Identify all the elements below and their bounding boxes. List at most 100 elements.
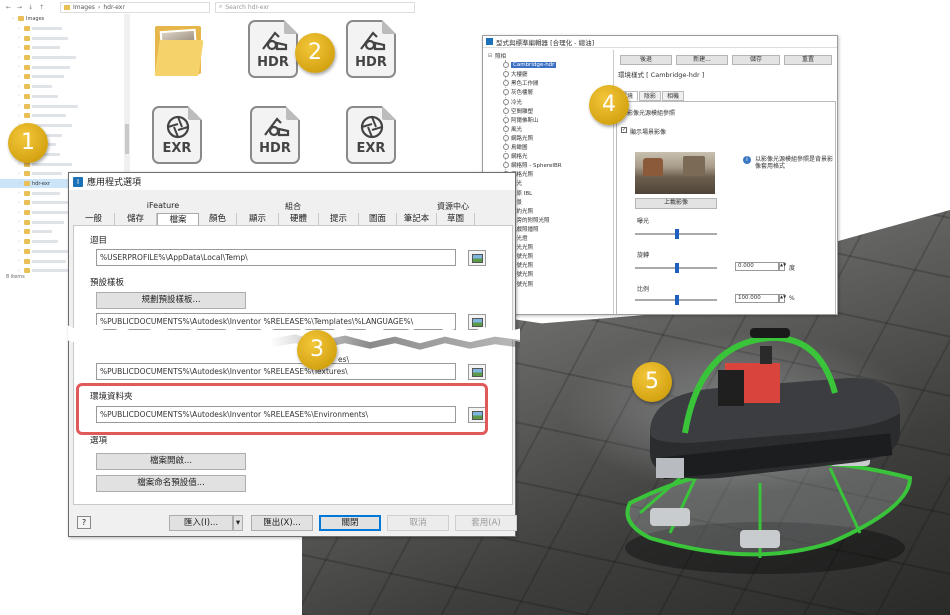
style-tree-item[interactable]: 空間雕塑 xyxy=(503,107,533,115)
tab-general[interactable]: 一般 xyxy=(73,213,115,225)
expand-chevron-icon[interactable]: › xyxy=(16,55,22,61)
cancel-button[interactable]: 取消 xyxy=(387,515,449,531)
import-dropdown-icon[interactable]: ▾ xyxy=(233,515,243,531)
style-tree-item[interactable]: 黑色工作間 xyxy=(503,79,539,87)
tab-display[interactable]: 顯示 xyxy=(237,213,279,225)
expand-chevron-icon[interactable]: › xyxy=(16,103,22,109)
expand-chevron-icon[interactable]: › xyxy=(16,219,22,225)
expand-chevron-icon[interactable]: › xyxy=(16,210,22,216)
new-style-button[interactable]: 新建... xyxy=(676,55,728,65)
exr-file-tile[interactable]: EXR xyxy=(148,106,204,168)
hdr-file-tile[interactable]: HDR xyxy=(246,106,302,168)
file-naming-defaults-button[interactable]: 檔案命名預設值... xyxy=(96,475,246,492)
exposure-slider[interactable] xyxy=(635,229,717,239)
style-tree-item[interactable]: 網路光照 xyxy=(503,134,533,142)
expand-chevron-icon[interactable]: › xyxy=(16,229,22,235)
close-button[interactable]: 關閉 xyxy=(319,515,381,531)
recent-dropdown-icon[interactable]: ↓ xyxy=(28,4,33,11)
forward-arrow-icon[interactable]: → xyxy=(17,4,22,11)
textures-path-field[interactable]: %PUBLICDOCUMENTS%\Autodesk\Inventor %REL… xyxy=(96,363,456,380)
rotation-input[interactable]: 0.000 xyxy=(735,262,779,271)
tree-item[interactable]: › xyxy=(0,72,127,82)
expand-chevron-icon[interactable]: › xyxy=(16,45,22,51)
tab-colors[interactable]: 顏色 xyxy=(199,213,237,225)
upload-image-button[interactable]: 上載影像 xyxy=(635,198,717,209)
style-tree-item[interactable]: 網格光 xyxy=(503,152,528,160)
expand-chevron-icon[interactable]: › xyxy=(16,93,22,99)
scale-spinner[interactable]: ▲▼ xyxy=(779,294,786,303)
exr-file-tile[interactable]: EXR xyxy=(342,106,398,168)
tab-drawing[interactable]: 圖面 xyxy=(359,213,397,225)
expand-chevron-icon[interactable]: › xyxy=(16,268,22,274)
hdr-file-tile[interactable]: HDR xyxy=(244,20,300,82)
expand-chevron-icon[interactable]: › xyxy=(16,239,22,245)
scrollbar-thumb[interactable] xyxy=(125,124,129,154)
tree-item[interactable]: › xyxy=(0,111,127,121)
scale-slider[interactable] xyxy=(635,295,717,305)
expand-chevron-icon[interactable]: › xyxy=(16,64,22,70)
style-tree-item[interactable]: 阿爾佛斯山 xyxy=(503,116,539,124)
expand-toggle-icon[interactable]: ⊟ xyxy=(487,53,493,59)
expand-chevron-icon[interactable]: › xyxy=(16,35,22,41)
tree-item[interactable]: › xyxy=(0,24,127,34)
tree-item[interactable]: › xyxy=(0,53,127,63)
expand-chevron-icon[interactable]: › xyxy=(16,171,22,177)
style-tree-item[interactable]: Cambridge-hdr xyxy=(503,61,557,69)
tab-camera[interactable]: 相機 xyxy=(662,91,685,101)
exposure-slider-knob[interactable] xyxy=(675,229,679,239)
expand-chevron-icon[interactable]: › xyxy=(16,74,22,80)
display-scene-image-checkbox[interactable]: ✓ xyxy=(621,127,627,133)
configure-templates-button[interactable]: 規劃預設樣板... xyxy=(96,292,246,309)
reset-style-button[interactable]: 重置 xyxy=(784,55,832,65)
help-button[interactable]: ? xyxy=(77,516,91,529)
tab-sketch[interactable]: 草圖 xyxy=(437,213,475,225)
tree-item-images[interactable]: › Images xyxy=(0,14,127,24)
file-open-options-button[interactable]: 檔案開啟... xyxy=(96,453,246,470)
tree-item[interactable]: › xyxy=(0,92,127,102)
tree-item[interactable]: › xyxy=(0,62,127,72)
style-tree-item[interactable]: 冷光 xyxy=(503,98,522,106)
expand-chevron-icon[interactable]: › xyxy=(16,84,22,90)
tree-item[interactable]: › xyxy=(0,43,127,53)
tab-shadows[interactable]: 陰影 xyxy=(639,91,662,101)
tab-save[interactable]: 儲存 xyxy=(115,213,157,225)
style-tree-item[interactable]: 灰色樓層 xyxy=(503,88,533,96)
breadcrumb-images[interactable]: Images xyxy=(73,4,95,11)
style-tree-item[interactable]: 風光 xyxy=(503,125,522,133)
expand-chevron-icon[interactable]: › xyxy=(16,200,22,206)
tab-prompts[interactable]: 提示 xyxy=(319,213,359,225)
rotation-spinner[interactable]: ▲▼ xyxy=(779,262,786,271)
back-button[interactable]: 後退 xyxy=(620,55,672,65)
folder-tile[interactable] xyxy=(154,22,205,77)
scale-slider-knob[interactable] xyxy=(675,295,679,305)
import-button[interactable]: 匯入(I)... xyxy=(169,515,233,531)
tab-hardware[interactable]: 硬體 xyxy=(279,213,319,225)
apply-button[interactable]: 套用(A) xyxy=(455,515,517,531)
style-tree-item[interactable]: 鳥瞰圖 xyxy=(503,143,528,151)
up-arrow-icon[interactable]: ↑ xyxy=(39,4,44,11)
expand-chevron-icon[interactable]: › xyxy=(16,258,22,264)
templates-path-field[interactable]: %PUBLICDOCUMENTS%\Autodesk\Inventor %REL… xyxy=(96,313,456,330)
tree-item[interactable]: › xyxy=(0,101,127,111)
scale-input[interactable]: 100.000 xyxy=(735,294,779,303)
rotation-slider-knob[interactable] xyxy=(675,263,679,273)
tree-scrollbar[interactable] xyxy=(124,14,130,174)
expand-chevron-icon[interactable]: › xyxy=(16,190,22,196)
export-button[interactable]: 匯出(X)... xyxy=(251,515,313,531)
browse-textures-button[interactable] xyxy=(468,364,486,380)
style-tree-item[interactable]: 網格照 - SphereIBR xyxy=(503,161,562,169)
rotation-slider[interactable] xyxy=(635,263,717,273)
hdr-file-tile[interactable]: HDR xyxy=(342,20,398,82)
expand-chevron-icon[interactable]: › xyxy=(16,26,22,32)
temp-path-field[interactable]: %USERPROFILE%\AppData\Local\Temp\ xyxy=(96,249,456,266)
save-style-button[interactable]: 儲存 xyxy=(732,55,780,65)
tab-files[interactable]: 檔案 xyxy=(157,213,199,225)
address-bar[interactable]: Images › hdr-exr xyxy=(60,1,210,13)
style-tree-item[interactable]: ⊟ 照相 xyxy=(487,52,506,60)
style-tree-item[interactable]: 大樓廳 xyxy=(503,70,528,78)
tree-item[interactable]: › xyxy=(0,33,127,43)
tab-notebook[interactable]: 筆記本 xyxy=(397,213,437,225)
tree-item[interactable]: › xyxy=(0,82,127,92)
expand-chevron-icon[interactable]: › xyxy=(16,113,22,119)
browse-temp-button[interactable] xyxy=(468,250,486,266)
